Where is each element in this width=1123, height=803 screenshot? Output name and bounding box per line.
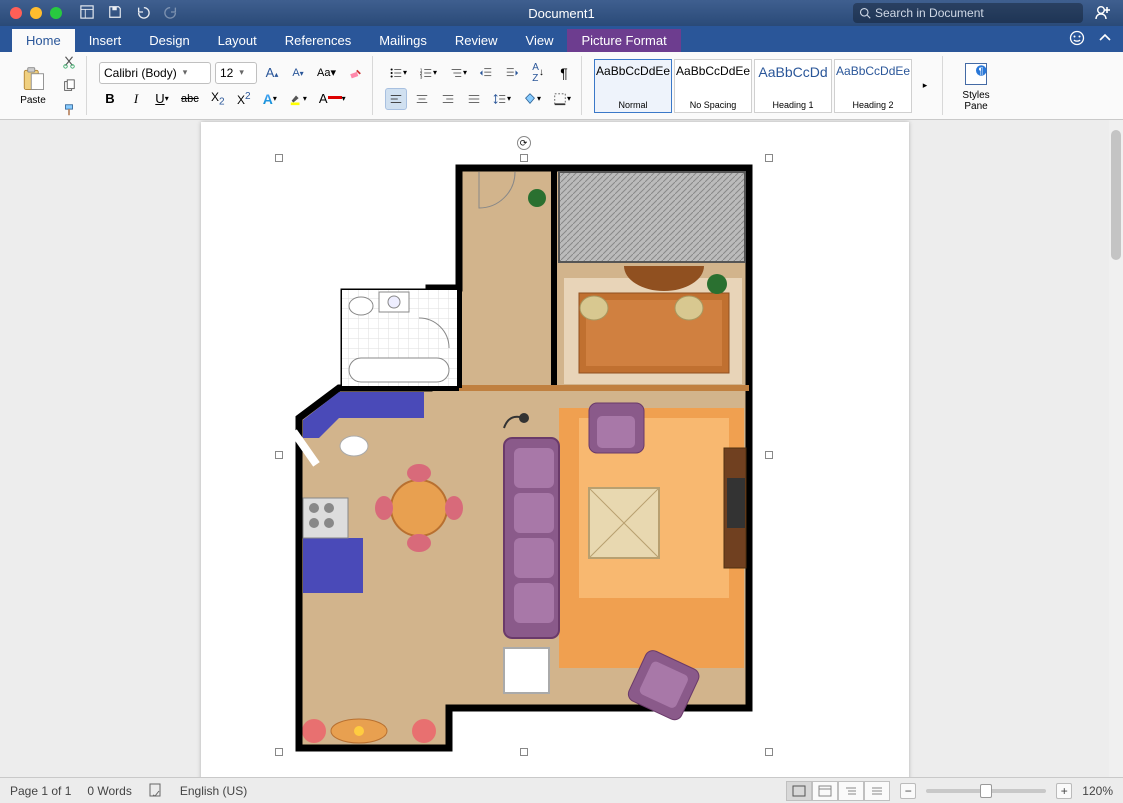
tab-review[interactable]: Review (441, 29, 512, 52)
zoom-slider[interactable] (926, 789, 1046, 793)
scrollbar-thumb[interactable] (1111, 130, 1121, 260)
save-icon[interactable] (108, 5, 122, 22)
italic-button[interactable]: I (125, 88, 147, 110)
tab-layout[interactable]: Layout (204, 29, 271, 52)
sort-button[interactable]: AZ↓ (527, 62, 549, 84)
styles-group: AaBbCcDdEe Normal AaBbCcDdEe No Spacing … (588, 56, 943, 115)
justify-button[interactable] (463, 88, 485, 110)
text-effects-button[interactable]: A▾ (259, 88, 281, 110)
status-bar: Page 1 of 1 0 Words English (US) − + 120… (0, 777, 1123, 803)
title-bar: Document1 Search in Document (0, 0, 1123, 26)
word-count[interactable]: 0 Words (87, 784, 131, 798)
page-indicator[interactable]: Page 1 of 1 (10, 784, 71, 798)
page: ⟳ (201, 122, 909, 777)
font-color-button[interactable]: A▾ (315, 88, 350, 110)
ribbon: Paste Calibri (Body)▾ 12▾ A▴ A▾ Aa▾ B I … (0, 52, 1123, 120)
draft-view-button[interactable] (864, 781, 890, 801)
align-left-button[interactable] (385, 88, 407, 110)
zoom-slider-thumb[interactable] (980, 784, 992, 798)
highlight-button[interactable]: ▾ (285, 88, 311, 110)
font-name-dropdown[interactable]: Calibri (Body)▾ (99, 62, 211, 84)
increase-indent-button[interactable] (501, 62, 523, 84)
styles-pane-group: ¶ Styles Pane (949, 56, 1003, 115)
shading-button[interactable]: ▾ (519, 88, 545, 110)
rotate-handle[interactable]: ⟳ (517, 136, 531, 150)
bullets-button[interactable]: ▾ (385, 62, 411, 84)
web-layout-view-button[interactable] (812, 781, 838, 801)
print-layout-view-button[interactable] (786, 781, 812, 801)
redo-icon[interactable] (164, 5, 178, 22)
font-group: Calibri (Body)▾ 12▾ A▴ A▾ Aa▾ B I U▾ abc… (93, 56, 373, 115)
language-indicator[interactable]: English (US) (180, 784, 247, 798)
quick-access-toolbar (80, 5, 178, 22)
style-heading-2[interactable]: AaBbCcDdEe Heading 2 (834, 59, 912, 113)
zoom-in-button[interactable]: + (1056, 783, 1072, 799)
styles-pane-button[interactable]: ¶ Styles Pane (955, 57, 997, 115)
paste-label: Paste (20, 95, 46, 106)
search-placeholder: Search in Document (875, 6, 984, 20)
vertical-scrollbar[interactable] (1109, 120, 1123, 777)
share-button[interactable] (1095, 4, 1111, 23)
format-painter-button[interactable] (58, 99, 80, 121)
tab-design[interactable]: Design (135, 29, 203, 52)
decrease-indent-button[interactable] (475, 62, 497, 84)
superscript-button[interactable]: X2 (233, 88, 255, 110)
align-right-button[interactable] (437, 88, 459, 110)
styles-more-button[interactable]: ▸ (914, 59, 936, 113)
svg-text:¶: ¶ (979, 66, 984, 76)
close-window-button[interactable] (10, 7, 22, 19)
numbering-button[interactable]: 123▾ (415, 62, 441, 84)
paste-button[interactable]: Paste (12, 62, 54, 109)
cut-button[interactable] (58, 51, 80, 73)
font-size-dropdown[interactable]: 12▾ (215, 62, 257, 84)
zoom-out-button[interactable]: − (900, 783, 916, 799)
feedback-icon[interactable] (1069, 30, 1085, 49)
underline-button[interactable]: U▾ (151, 88, 173, 110)
copy-button[interactable] (58, 75, 80, 97)
tab-picture-format[interactable]: Picture Format (567, 29, 680, 52)
spellcheck-icon[interactable] (148, 781, 164, 800)
style-heading-1[interactable]: AaBbCcDd Heading 1 (754, 59, 832, 113)
ribbon-tabs: Home Insert Design Layout References Mai… (0, 26, 1123, 52)
style-normal[interactable]: AaBbCcDdEe Normal (594, 59, 672, 113)
undo-icon[interactable] (136, 5, 150, 22)
show-marks-button[interactable]: ¶ (553, 62, 575, 84)
minimize-window-button[interactable] (30, 7, 42, 19)
tab-references[interactable]: References (271, 29, 365, 52)
change-case-button[interactable]: Aa▾ (313, 62, 340, 84)
outline-view-button[interactable] (838, 781, 864, 801)
document-area[interactable]: ⟳ (0, 120, 1109, 777)
view-buttons (786, 781, 890, 801)
tab-view[interactable]: View (512, 29, 568, 52)
multilevel-list-button[interactable]: ▾ (445, 62, 471, 84)
window-controls (0, 7, 62, 19)
clear-formatting-button[interactable] (344, 62, 366, 84)
tab-home[interactable]: Home (12, 29, 75, 52)
line-spacing-button[interactable]: ▾ (489, 88, 515, 110)
layout-icon[interactable] (80, 5, 94, 22)
tab-mailings[interactable]: Mailings (365, 29, 441, 52)
floorplan-image (279, 158, 769, 752)
maximize-window-button[interactable] (50, 7, 62, 19)
search-box[interactable]: Search in Document (853, 3, 1083, 23)
svg-text:3: 3 (420, 74, 423, 79)
strikethrough-button[interactable]: abc (177, 88, 203, 110)
subscript-button[interactable]: X2 (207, 88, 229, 110)
clipboard-group: Paste (6, 56, 87, 115)
bold-button[interactable]: B (99, 88, 121, 110)
shrink-font-button[interactable]: A▾ (287, 62, 309, 84)
style-no-spacing[interactable]: AaBbCcDdEe No Spacing (674, 59, 752, 113)
selected-image[interactable]: ⟳ (279, 158, 769, 752)
collapse-ribbon-icon[interactable] (1097, 30, 1113, 49)
tab-insert[interactable]: Insert (75, 29, 136, 52)
search-icon (859, 7, 871, 19)
borders-button[interactable]: ▾ (549, 88, 575, 110)
paragraph-group: ▾ 123▾ ▾ AZ↓ ¶ ▾ ▾ ▾ (379, 56, 582, 115)
align-center-button[interactable] (411, 88, 433, 110)
zoom-level[interactable]: 120% (1082, 784, 1113, 798)
grow-font-button[interactable]: A▴ (261, 62, 283, 84)
